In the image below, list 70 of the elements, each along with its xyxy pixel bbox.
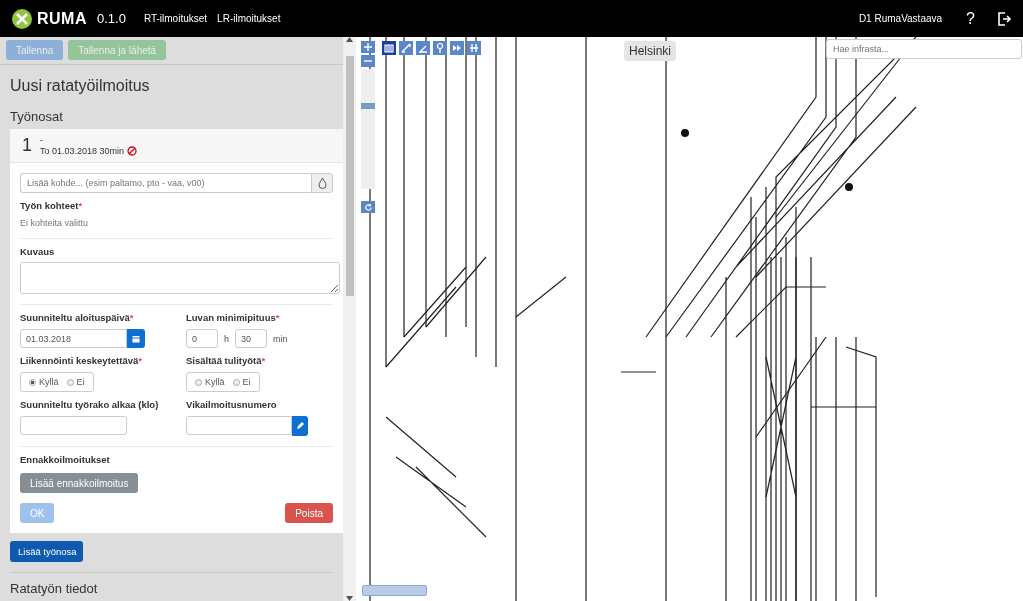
- pin-icon: [434, 42, 446, 54]
- layer-button[interactable]: [467, 41, 481, 55]
- layer-button[interactable]: [433, 41, 447, 55]
- zoom-in-button[interactable]: [361, 41, 375, 53]
- calendar-button[interactable]: [127, 329, 145, 348]
- slider-thumb[interactable]: [361, 103, 375, 110]
- field-label: Sisältää tulityötä*: [186, 355, 267, 366]
- section-title: Ratatyön tiedot: [10, 572, 333, 596]
- unit-text: min: [273, 333, 288, 344]
- fast-forward-icon: [451, 42, 463, 54]
- delete-button[interactable]: Poista: [285, 503, 333, 523]
- radio-option[interactable]: Kyllä: [195, 377, 225, 387]
- nav-link[interactable]: RT-ilmoitukset: [143, 13, 208, 24]
- pencil-icon: [296, 422, 304, 430]
- fault-number-field[interactable]: [186, 416, 292, 435]
- layer-button[interactable]: [450, 41, 464, 55]
- unit-text: h: [224, 333, 229, 344]
- search-field[interactable]: Hae infrasta...: [826, 39, 1022, 59]
- field-label: Luvan minimipituus*: [186, 312, 281, 323]
- logo-icon: [12, 8, 32, 29]
- minutes-field[interactable]: 30: [235, 329, 267, 348]
- work-part-summary: To 01.03.2018 30min: [40, 145, 125, 157]
- field-label: Kuvaus: [20, 246, 56, 257]
- scroll-down-icon[interactable]: [346, 596, 353, 601]
- version-text: 0.1.0: [97, 11, 126, 26]
- minus-icon: [364, 57, 372, 65]
- time-field[interactable]: [20, 416, 127, 435]
- refresh-icon: [363, 202, 373, 212]
- empty-targets-text: Ei kohteita valittu: [20, 218, 90, 228]
- target-search-field[interactable]: Lisää kohde... (esim paltamo, pto - vaa, v00): [20, 173, 311, 193]
- logout-icon[interactable]: [997, 11, 1011, 26]
- field-label: Työn kohteet*: [20, 200, 84, 211]
- zoom-out-button[interactable]: [361, 55, 375, 67]
- calendar-icon: [132, 334, 140, 343]
- refresh-button[interactable]: [361, 201, 375, 213]
- place-label: Helsinki: [624, 41, 676, 61]
- work-part-number: 1: [22, 135, 32, 156]
- forbidden-icon: [127, 146, 138, 156]
- zoom-slider[interactable]: [361, 69, 375, 189]
- scale-bar: [362, 585, 427, 596]
- date-field[interactable]: 01.03.2018: [20, 329, 127, 348]
- field-label: Ennakkoilmoitukset: [20, 454, 111, 465]
- field-label: Suunniteltu aloituspäivä*: [20, 312, 135, 323]
- radio-option[interactable]: Ei: [66, 377, 85, 387]
- help-link[interactable]: ?: [966, 9, 975, 28]
- page-title: Uusi ratatyöilmoitus: [10, 77, 151, 95]
- work-part-name: -: [40, 134, 44, 146]
- radio-option[interactable]: Ei: [232, 377, 251, 387]
- layer-button[interactable]: [399, 41, 413, 55]
- line-icon: [400, 42, 412, 54]
- layer-button[interactable]: [382, 41, 396, 55]
- scrollbar[interactable]: [343, 37, 356, 601]
- edit-button[interactable]: [292, 416, 308, 436]
- plus-icon: [364, 43, 372, 51]
- section-title: Työnosat: [10, 109, 64, 124]
- nav-link[interactable]: LR-ilmoitukset: [217, 13, 281, 24]
- add-work-part-button[interactable]: Lisää työnosa: [10, 541, 83, 562]
- drop-icon: [317, 177, 327, 189]
- field-label: Liikennöinti keskeytettävä*: [20, 355, 143, 366]
- tracks-icon: [468, 42, 480, 54]
- drop-button[interactable]: [311, 173, 333, 193]
- field-label: Suunniteltu työrako alkaa (klo): [20, 399, 160, 410]
- radio-option[interactable]: Kyllä: [29, 377, 59, 387]
- hours-field[interactable]: 0: [186, 329, 218, 348]
- layer-button[interactable]: [416, 41, 430, 55]
- field-label: Vikailmoitusnumero: [186, 399, 278, 410]
- description-field[interactable]: [20, 262, 340, 294]
- user-name[interactable]: D1 RumaVastaava: [858, 13, 943, 24]
- logo-text: RUMA: [37, 9, 87, 28]
- map-icon: [383, 42, 395, 54]
